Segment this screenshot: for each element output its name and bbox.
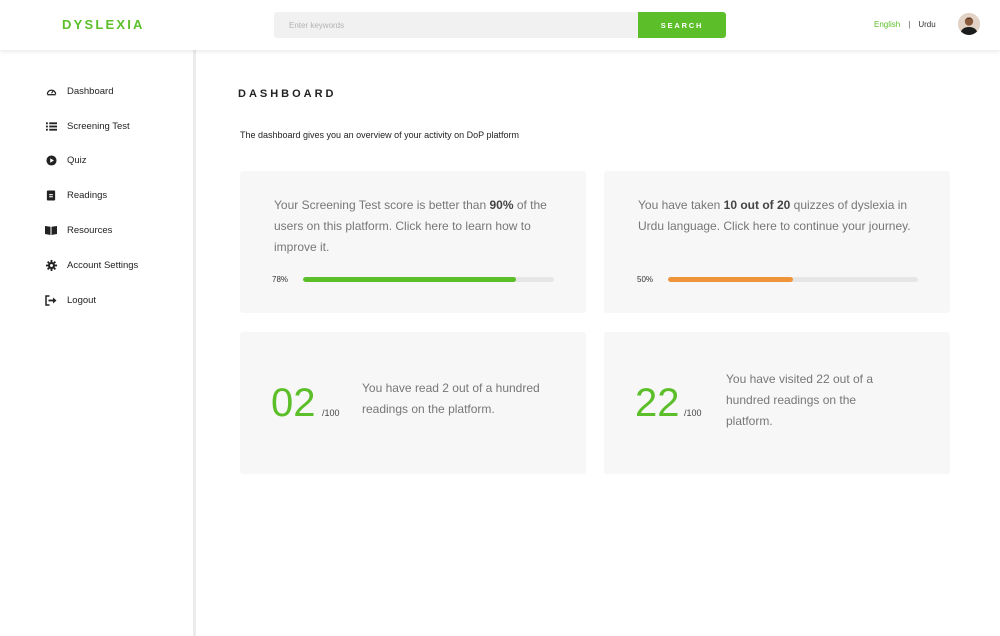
quiz-progress-label: 50% — [637, 275, 654, 284]
sidebar-item-label: Account Settings — [67, 259, 139, 271]
sidebar-item-account-settings[interactable]: Account Settings — [45, 257, 138, 273]
visited-card-text: You have visited 22 out of a hundred rea… — [726, 372, 873, 428]
screening-score-card[interactable]: Your Screening Test score is better than… — [240, 171, 586, 313]
play-icon — [45, 154, 57, 166]
visited-count-denominator: /100 — [684, 408, 702, 418]
sidebar: Dashboard Screening Test Quiz Readings R… — [0, 50, 196, 636]
book-icon — [45, 224, 57, 236]
visited-count-number: 22 — [635, 381, 680, 425]
gear-icon — [45, 259, 57, 271]
list-icon — [45, 120, 57, 132]
sidebar-item-label: Dashboard — [67, 85, 114, 97]
page-description: The dashboard gives you an overview of y… — [240, 130, 519, 140]
user-avatar[interactable] — [958, 13, 980, 35]
screening-progress-fill — [303, 277, 517, 282]
readings-count-denominator: /100 — [322, 408, 340, 418]
quiz-progress-card[interactable]: You have taken 10 out of 20 quizzes of d… — [604, 171, 950, 313]
sidebar-item-readings[interactable]: Readings — [45, 187, 107, 203]
sidebar-item-label: Readings — [67, 189, 108, 201]
visited-count-card[interactable]: 22 /100 You have visited 22 out of a hun… — [604, 332, 950, 474]
screening-progress-bar — [303, 277, 554, 282]
sidebar-item-screening-test[interactable]: Screening Test — [45, 118, 130, 134]
reading-icon — [45, 189, 57, 201]
top-header: DYSLEXIA SEARCH English | Urdu — [0, 0, 1000, 50]
lang-separator: | — [908, 20, 911, 29]
readings-count-number: 02 — [271, 381, 316, 425]
sidebar-item-label: Resources — [67, 224, 113, 236]
logout-icon — [45, 294, 57, 306]
page-title: DASHBOARD — [238, 88, 337, 100]
quiz-progress-fill — [668, 277, 793, 282]
quiz-card-text: You have taken 10 out of 20 quizzes of d… — [638, 198, 911, 233]
readings-count-card[interactable]: 02 /100 You have read 2 out of a hundred… — [240, 332, 586, 474]
screening-card-text: Your Screening Test score is better than… — [274, 198, 547, 254]
screening-progress-label: 78% — [272, 275, 289, 284]
search-input[interactable] — [274, 12, 638, 38]
sidebar-item-resources[interactable]: Resources — [45, 222, 112, 238]
quiz-progress-bar — [668, 277, 918, 282]
app-logo[interactable]: DYSLEXIA — [62, 17, 145, 32]
lang-urdu-link[interactable]: Urdu — [918, 20, 935, 29]
sidebar-item-label: Logout — [67, 294, 97, 306]
readings-card-text: You have read 2 out of a hundred reading… — [362, 381, 540, 416]
lang-english-link[interactable]: English — [874, 20, 900, 29]
search-bar: SEARCH — [274, 12, 726, 38]
dashboard-icon — [45, 85, 57, 97]
sidebar-item-label: Quiz — [67, 154, 87, 166]
sidebar-item-quiz[interactable]: Quiz — [45, 152, 87, 168]
search-button[interactable]: SEARCH — [638, 12, 726, 38]
sidebar-item-label: Screening Test — [67, 120, 130, 132]
sidebar-item-logout[interactable]: Logout — [45, 292, 96, 308]
sidebar-item-dashboard[interactable]: Dashboard — [45, 83, 113, 99]
language-switcher: English | Urdu — [874, 20, 936, 29]
